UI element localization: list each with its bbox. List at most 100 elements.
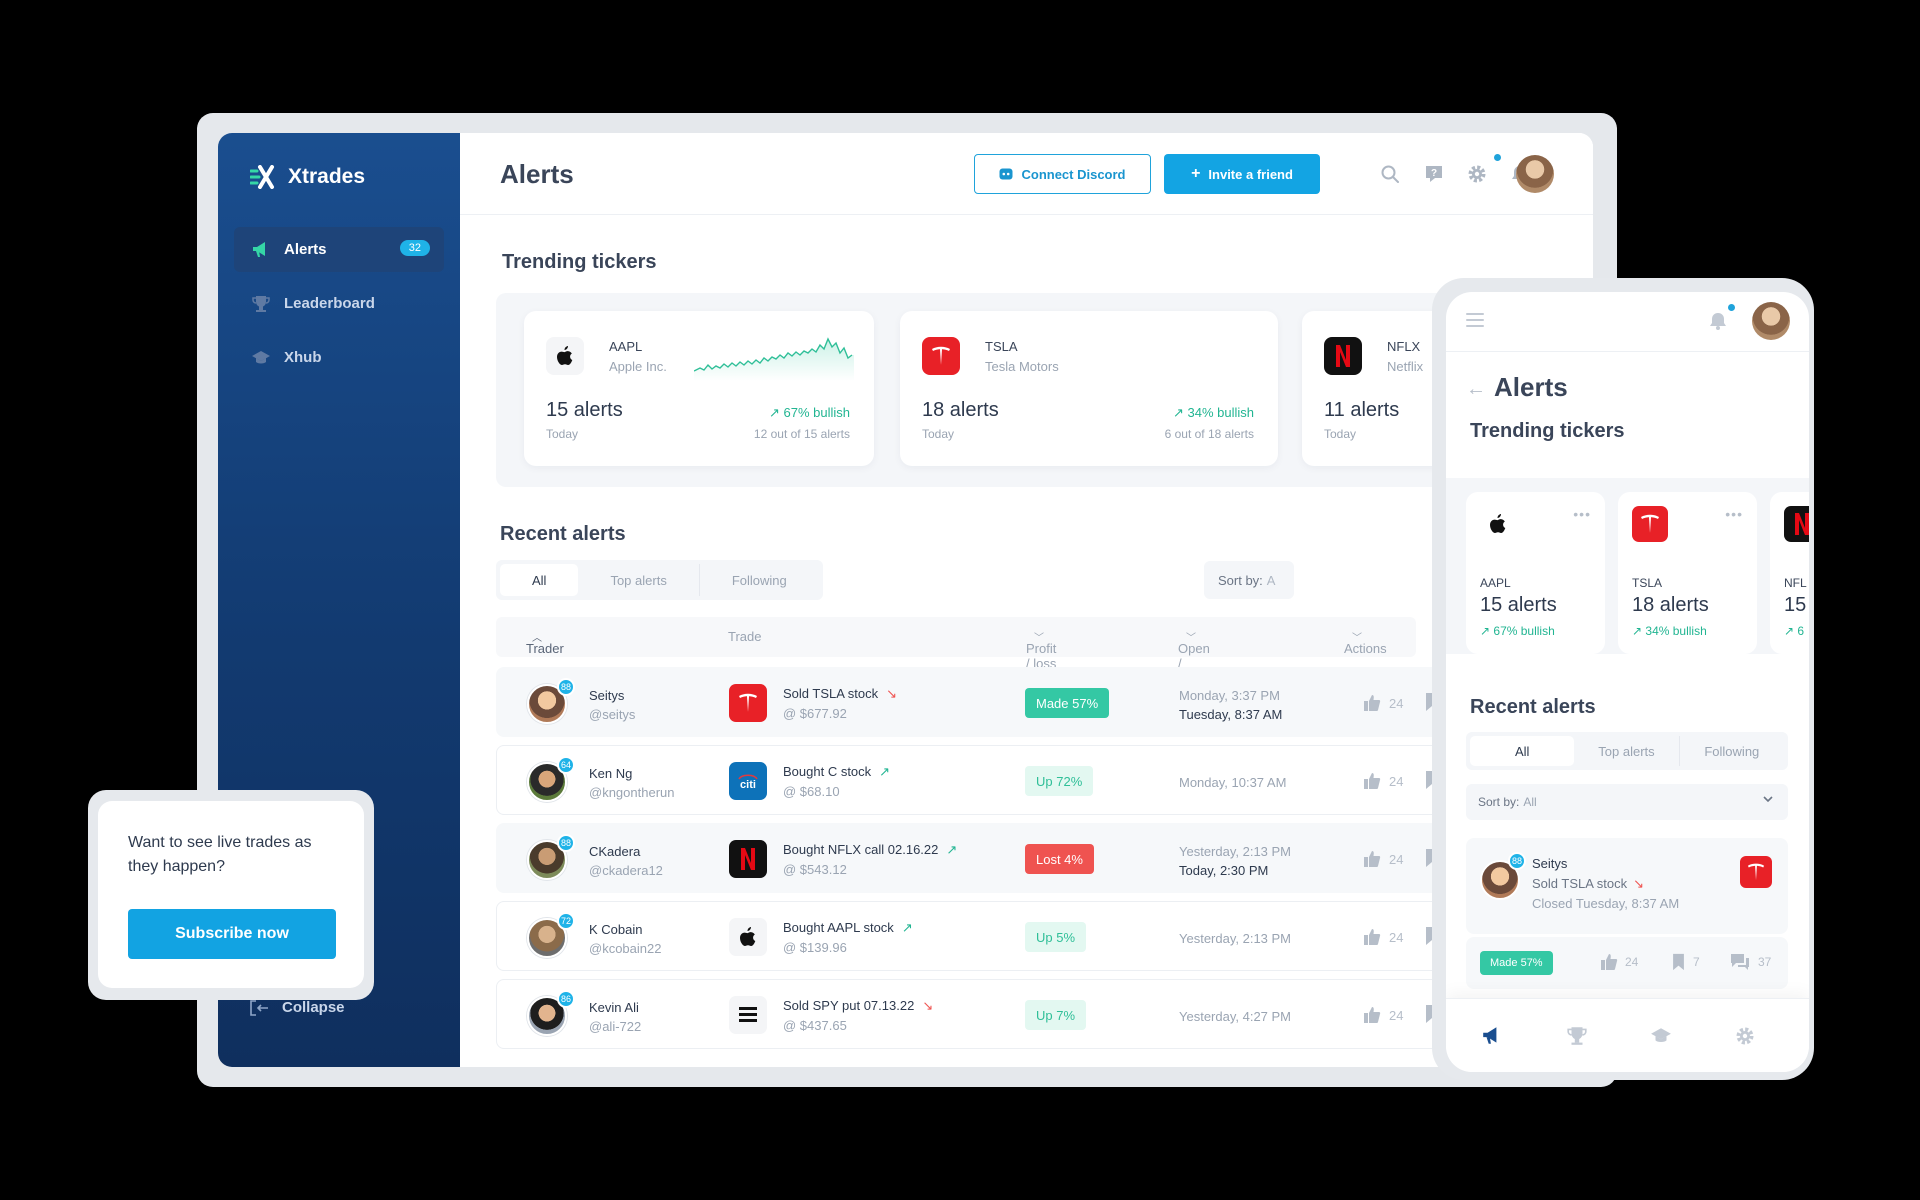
trader-name[interactable]: Ken Ng [589, 766, 632, 781]
mobile-ticker-card-nflx[interactable]: NFL 15 ↗ 6 [1770, 492, 1809, 654]
trade-desc: Sold TSLA stock ↘ [783, 686, 897, 702]
nav-leaderboard-trophy-icon[interactable] [1564, 1023, 1590, 1049]
thumbs-up-icon [1363, 1006, 1381, 1024]
user-avatar[interactable] [1752, 302, 1790, 340]
mobile-sort-dropdown[interactable]: Sort by: All [1466, 784, 1788, 820]
megaphone-icon [250, 239, 272, 261]
table-row[interactable]: 88 CKadera @ckadera12 Bought NFLX call 0… [496, 823, 1456, 893]
ticker-period: Today [1324, 427, 1357, 441]
comment-button[interactable]: 37 [1730, 953, 1771, 971]
gear-icon[interactable] [1465, 162, 1489, 186]
tab-top-alerts[interactable]: Top alerts [1574, 736, 1680, 766]
trade-text: Bought C stock [783, 764, 872, 779]
nav-settings-gear-icon[interactable] [1732, 1023, 1758, 1049]
sidebar-item-xhub[interactable]: Xhub [234, 335, 444, 380]
mobile-alert-card[interactable]: 88 Seitys Sold TSLA stock ↘ Closed Tuesda… [1466, 838, 1788, 934]
level-badge: 88 [557, 834, 575, 852]
arrow-up-right-icon: ↗ [879, 764, 891, 779]
state-street-logo-icon [729, 996, 767, 1034]
ticker-symbol: AAPL [609, 339, 643, 354]
col-trader[interactable]: Trader ︿ [526, 629, 564, 656]
bell-icon[interactable] [1708, 311, 1728, 331]
thumbs-up-icon [1363, 928, 1381, 946]
ticker-period: Today [546, 427, 579, 441]
alerts-filter-tabs: All Top alerts Following [496, 560, 823, 600]
table-row[interactable]: 72 K Cobain @kcobain22 Bought AAPL stock… [496, 901, 1456, 971]
col-profit-loss[interactable]: Profit / loss ﹀ [1026, 629, 1056, 671]
tab-all[interactable]: All [500, 564, 579, 596]
trade-price: @ $677.92 [783, 706, 847, 721]
mobile-ticker-card-tsla[interactable]: ••• TSLA 18 alerts ↗ 34% bullish [1618, 492, 1757, 654]
trade-text: Sold TSLA stock [1532, 876, 1628, 891]
open-time: Yesterday, 2:13 PM [1179, 931, 1292, 946]
collapse-sidebar-button[interactable]: Collapse [250, 999, 345, 1016]
nav-alerts-megaphone-icon[interactable] [1479, 1023, 1505, 1049]
ticker-card-aapl[interactable]: AAPL Apple Inc. 15 alerts Today ↗ 67% bu… [524, 311, 874, 466]
brand-logo[interactable]: Xtrades [250, 165, 365, 189]
help-icon[interactable]: ? [1422, 162, 1446, 186]
ticker-bullish: ↗ 67% bullish [1480, 624, 1555, 638]
like-button[interactable]: 24 [1600, 953, 1638, 971]
bookmark-button[interactable]: 7 [1672, 953, 1700, 971]
back-arrow-icon[interactable]: ← [1466, 378, 1486, 401]
hamburger-menu-icon[interactable] [1466, 312, 1484, 328]
search-icon[interactable] [1378, 162, 1402, 186]
col-label: Actions [1344, 641, 1387, 656]
sort-label: Sort by: [1218, 572, 1263, 588]
sort-dropdown[interactable]: Sort by: A [1204, 561, 1294, 599]
ticker-bullish: ↗ 6 [1784, 624, 1804, 638]
mobile-top-bar [1446, 292, 1809, 352]
page-title: Alerts [500, 159, 574, 189]
sidebar-item-label: Xhub [284, 349, 322, 366]
arrow-up-right-icon: ↗ [1480, 624, 1494, 638]
col-actions[interactable]: Actions ﹀ [1344, 629, 1387, 656]
more-options-icon[interactable]: ••• [1573, 506, 1591, 522]
trader-name[interactable]: K Cobain [589, 922, 642, 937]
invite-friend-button[interactable]: + Invite a friend [1164, 154, 1320, 194]
table-row[interactable]: 86 Kevin Ali @ali-722 Sold SPY put 07.13… [496, 979, 1456, 1049]
bullish-value: 67% bullish [1493, 624, 1555, 638]
trade-desc: Sold TSLA stock ↘ [1532, 876, 1644, 892]
trade-price: @ $543.12 [783, 862, 847, 877]
main-content: Alerts Connect Discord + Invite a friend… [460, 133, 1593, 1067]
bookmark-icon [1672, 953, 1685, 971]
sidebar-item-label: Alerts [284, 241, 327, 258]
mobile-ticker-card-aapl[interactable]: ••• AAPL 15 alerts ↗ 67% bullish [1466, 492, 1605, 654]
tab-top-alerts[interactable]: Top alerts [578, 564, 700, 596]
ticker-card-tsla[interactable]: TSLA Tesla Motors 18 alerts Today ↗ 34% … [900, 311, 1278, 466]
table-row[interactable]: 88 Seitys @seitys Sold TSLA stock ↘ @ $67… [496, 667, 1456, 737]
tab-following[interactable]: Following [1680, 736, 1784, 766]
result-badge: Made 57% [1025, 688, 1110, 718]
like-button[interactable]: 24 [1363, 772, 1403, 790]
trader-handle: @ckadera12 [589, 863, 663, 878]
arrow-up-right-icon: ↗ [946, 842, 958, 857]
nav-xhub-graduation-cap-icon[interactable] [1648, 1023, 1674, 1049]
like-button[interactable]: 24 [1363, 1006, 1403, 1024]
user-avatar[interactable] [1516, 155, 1554, 193]
sidebar-item-alerts[interactable]: Alerts 32 [234, 227, 444, 272]
like-button[interactable]: 24 [1363, 928, 1403, 946]
netflix-logo-icon [729, 840, 767, 878]
netflix-logo-icon [1784, 506, 1809, 542]
ticker-alert-count: 11 alerts [1324, 399, 1400, 421]
table-row[interactable]: 64 Ken Ng @kngontherun citi Bought C sto… [496, 745, 1456, 815]
like-button[interactable]: 24 [1363, 850, 1403, 868]
mobile-alert-actions: Made 57% 24 7 37 [1466, 937, 1788, 989]
like-button[interactable]: 24 [1363, 694, 1403, 712]
trader-name[interactable]: Seitys [1532, 856, 1567, 871]
col-open-close[interactable]: Open / close﹀ [1178, 629, 1210, 686]
trade-text: Sold SPY put 07.13.22 [783, 998, 915, 1013]
sidebar-item-leaderboard[interactable]: Leaderboard [234, 281, 444, 326]
result-badge: Up 5% [1025, 922, 1087, 952]
trader-name[interactable]: Kevin Ali [589, 1000, 639, 1015]
notification-dot [1728, 304, 1735, 311]
trader-name[interactable]: CKadera [589, 844, 640, 859]
connect-discord-button[interactable]: Connect Discord [974, 154, 1151, 194]
trader-name[interactable]: Seitys [589, 688, 624, 703]
arrow-down-right-icon: ↘ [922, 998, 934, 1013]
tab-all[interactable]: All [1470, 736, 1575, 766]
subscribe-button[interactable]: Subscribe now [128, 909, 336, 959]
trade-desc: Sold SPY put 07.13.22 ↘ [783, 998, 933, 1014]
tab-following[interactable]: Following [700, 564, 819, 596]
more-options-icon[interactable]: ••• [1725, 506, 1743, 522]
